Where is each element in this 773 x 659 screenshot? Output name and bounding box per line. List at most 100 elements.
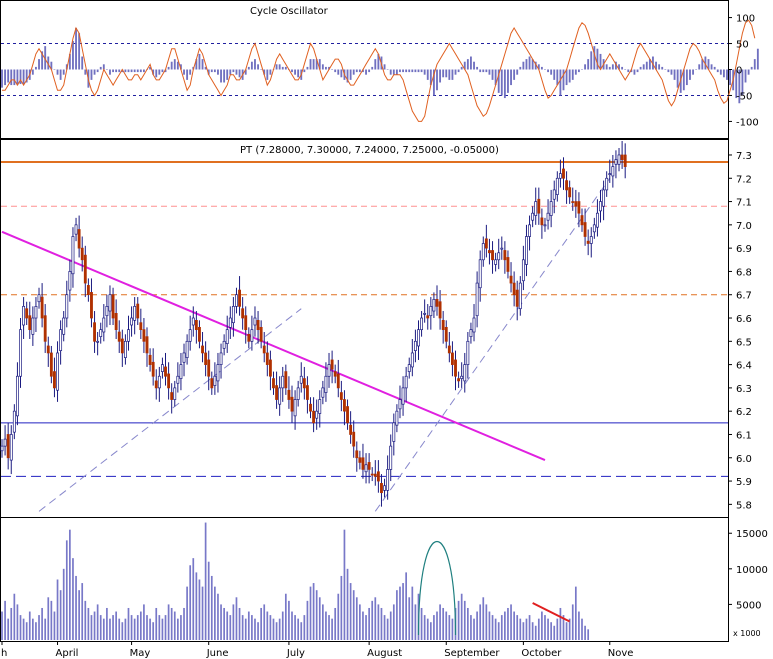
- volume-bar: [121, 622, 124, 640]
- volume-bar: [254, 618, 256, 640]
- volume-bar: [420, 607, 423, 640]
- oscillator-tick-label: -100: [736, 117, 759, 128]
- volume-bar: [244, 618, 247, 640]
- oscillator-bar: [84, 69, 87, 75]
- candle-body: [102, 317, 106, 333]
- candle-body: [302, 378, 306, 389]
- volume-bar: [349, 583, 352, 640]
- oscillator-bar: [189, 69, 192, 75]
- candle-body: [198, 326, 201, 342]
- volume-bar: [164, 615, 167, 640]
- volume-bar: [463, 600, 466, 640]
- oscillator-bar: [500, 69, 503, 96]
- candle-body: [65, 294, 69, 319]
- volume-bar: [396, 590, 398, 640]
- price-tick-label: 6.5: [736, 337, 752, 348]
- candle-body: [336, 373, 340, 389]
- price-tick-label: 5.8: [736, 500, 752, 511]
- oscillator-bar: [556, 69, 559, 86]
- candle-body: [386, 469, 390, 491]
- volume-bar: [544, 615, 546, 640]
- volume-bar: [470, 615, 472, 640]
- candle-body: [367, 462, 371, 470]
- volume-bar: [510, 604, 512, 640]
- candle-body: [34, 306, 38, 319]
- candle-body: [398, 399, 402, 410]
- oscillator-bar: [577, 69, 580, 73]
- volume-bar: [247, 611, 250, 640]
- oscillator-bar: [210, 69, 213, 73]
- candle-body: [74, 224, 78, 235]
- candle-body: [46, 345, 50, 354]
- candle-body: [114, 313, 118, 331]
- oscillator-bar: [136, 69, 139, 73]
- volume-bar: [479, 604, 482, 640]
- oscillator-bar: [325, 66, 327, 70]
- volume-bar: [433, 615, 435, 640]
- oscillator-bar: [621, 66, 624, 70]
- oscillator-bar: [81, 56, 84, 70]
- volume-bar: [574, 586, 577, 640]
- candle-body: [93, 322, 96, 342]
- volume-tick-label: 10000: [736, 565, 768, 576]
- candle-body: [228, 317, 232, 328]
- candle-body: [574, 201, 578, 207]
- volume-bar: [136, 615, 139, 640]
- x-tick-label: May: [130, 648, 151, 659]
- candle-body: [154, 380, 158, 389]
- candle-body: [589, 236, 593, 244]
- price-tick-label: 6.6: [736, 314, 752, 325]
- oscillator-bar: [457, 69, 460, 73]
- candle-body: [457, 378, 461, 382]
- oscillator-bar: [454, 69, 457, 75]
- oscillator-bar: [337, 69, 340, 75]
- volume-bar: [392, 604, 395, 640]
- oscillator-tick-label: 50: [736, 40, 749, 51]
- volume-bar: [525, 618, 528, 640]
- oscillator-bar: [528, 56, 531, 70]
- candle-body: [583, 222, 587, 237]
- candle-body: [429, 306, 433, 317]
- price-tick-label: 6.1: [736, 430, 752, 441]
- oscillator-bar: [491, 69, 494, 80]
- volume-bar: [186, 586, 188, 640]
- price-title: PT (7.28000, 7.30000, 7.24000, 7.25000, …: [240, 145, 499, 156]
- oscillator-bar: [374, 59, 377, 70]
- oscillator-bar: [507, 69, 509, 93]
- oscillator-bar: [59, 69, 62, 80]
- volume-bar: [38, 615, 40, 640]
- oscillator-bar: [692, 69, 694, 75]
- candle-body: [432, 299, 436, 312]
- candle-body: [506, 257, 510, 272]
- volume-bar: [207, 561, 210, 640]
- candle-body: [293, 399, 297, 417]
- volume-bar: [467, 607, 469, 640]
- volume-bar: [460, 593, 463, 640]
- x-tick-label: April: [56, 648, 79, 659]
- oscillator-bar: [118, 69, 121, 73]
- price-tick-label: 6.4: [736, 361, 752, 372]
- oscillator-bar: [386, 69, 389, 70]
- volume-bar: [210, 575, 213, 640]
- oscillator-bar: [309, 59, 312, 70]
- oscillator-bar: [442, 69, 445, 78]
- candle-body: [80, 247, 84, 261]
- volume-bar: [504, 611, 506, 640]
- oscillator-bar: [750, 66, 753, 70]
- volume-bar: [90, 615, 93, 640]
- price-tick-label: 6.8: [736, 267, 752, 278]
- candle-body: [389, 445, 393, 470]
- volume-bar: [399, 586, 401, 640]
- oscillator-bar: [349, 69, 352, 80]
- volume-bar: [59, 590, 62, 640]
- candle-body: [259, 326, 263, 342]
- volume-bar: [232, 604, 235, 640]
- candle-body: [438, 301, 442, 319]
- oscillator-bar: [624, 69, 627, 70]
- volume-bar: [266, 611, 269, 640]
- candle-body: [512, 282, 516, 296]
- price-tick-label: 7.2: [736, 174, 752, 185]
- oscillator-bar: [636, 69, 639, 73]
- volume-bar: [309, 586, 312, 640]
- oscillator-bar: [639, 66, 642, 70]
